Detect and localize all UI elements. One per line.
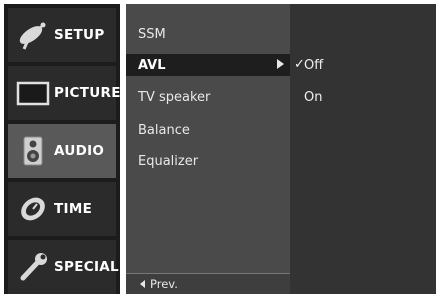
submenu-item-tv-speaker[interactable]: TV speaker <box>126 86 290 108</box>
category-label-setup: SETUP <box>54 27 105 43</box>
triangle-left-icon <box>140 280 145 288</box>
submenu-item-avl[interactable]: AVL <box>126 54 290 76</box>
chevron-right-icon <box>277 59 284 69</box>
category-menu: SETUP PICTURE AUDIO TIME SPECIAL <box>4 4 120 294</box>
category-setup[interactable]: SETUP <box>8 8 116 62</box>
wrench-icon <box>20 253 47 281</box>
submenu-item-ssm[interactable]: SSM <box>126 23 290 45</box>
category-special[interactable]: SPECIAL <box>8 240 119 294</box>
category-label-time: TIME <box>54 201 93 217</box>
monitor-icon <box>16 81 50 106</box>
category-audio[interactable]: AUDIO <box>8 124 116 178</box>
submenu-item-label: Balance <box>138 122 190 138</box>
category-label-special: SPECIAL <box>54 259 119 275</box>
submenu-item-equalizer[interactable]: Equalizer <box>126 150 290 172</box>
prev-label: Prev. <box>150 277 178 291</box>
category-picture[interactable]: PICTURE <box>8 66 120 120</box>
clock-icon <box>21 197 45 221</box>
submenu-item-label: Equalizer <box>138 153 199 169</box>
prev-button[interactable]: Prev. <box>126 273 290 294</box>
option-on[interactable]: On <box>290 86 436 108</box>
satellite-dish-icon <box>19 22 46 50</box>
option-off[interactable]: ✓ Off <box>290 54 436 76</box>
category-label-picture: PICTURE <box>54 85 121 101</box>
submenu-item-label: TV speaker <box>138 89 211 105</box>
category-time[interactable]: TIME <box>8 182 116 236</box>
submenu-item-label: AVL <box>138 57 166 73</box>
option-label-on: On <box>304 89 323 105</box>
category-label-audio: AUDIO <box>54 143 105 159</box>
submenu-item-label: SSM <box>138 26 166 42</box>
avl-options: ✓ Off On <box>290 4 436 294</box>
speaker-icon <box>23 136 43 166</box>
audio-submenu: SSM AVL TV speaker Balance Equalizer Pre… <box>126 4 290 294</box>
submenu-item-balance[interactable]: Balance <box>126 119 290 141</box>
option-label-off: Off <box>304 57 324 73</box>
